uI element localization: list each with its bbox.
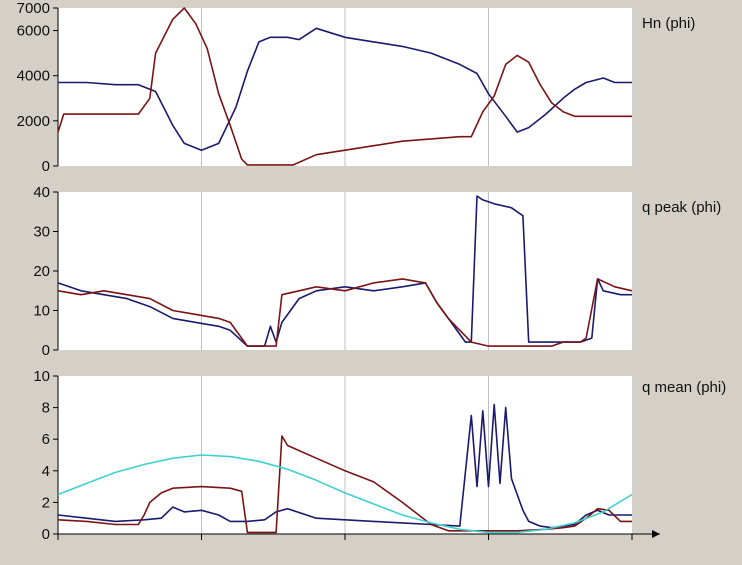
panel-title: q mean (phi) xyxy=(642,379,726,396)
chart-figure: 02000400060007000Hn (phi)010203040q peak… xyxy=(17,0,727,543)
panel-title: Hn (phi) xyxy=(642,15,695,32)
y-tick-label: 40 xyxy=(33,184,50,201)
y-tick-label: 6000 xyxy=(17,23,50,40)
y-tick-label: 10 xyxy=(33,368,50,385)
y-tick-label: 4 xyxy=(42,463,50,480)
y-tick-label: 10 xyxy=(33,303,50,320)
y-tick-label: 2000 xyxy=(17,113,50,130)
panel-title: q peak (phi) xyxy=(642,199,721,216)
y-tick-label: 7000 xyxy=(17,0,50,17)
y-tick-label: 4000 xyxy=(17,68,50,85)
chart-panel-1: 0 2000 4000 6000 7000 Hn (phi) xyxy=(17,0,696,175)
x-axis-arrow xyxy=(652,530,660,538)
y-tick-label: 0 xyxy=(42,158,50,175)
y-tick-label: 0 xyxy=(42,526,50,543)
y-tick-label: 2 xyxy=(42,494,50,511)
chart-panel-2: 0 10 20 30 40 q peak (phi) xyxy=(33,184,721,359)
y-tick-label: 0 xyxy=(42,342,50,359)
chart-panel-3: 0 2 4 6 8 10 q mean (phi) xyxy=(33,368,726,543)
y-tick-label: 6 xyxy=(42,431,50,448)
y-tick-label: 8 xyxy=(42,400,50,417)
y-tick-label: 30 xyxy=(33,224,50,241)
y-tick-label: 20 xyxy=(33,263,50,280)
